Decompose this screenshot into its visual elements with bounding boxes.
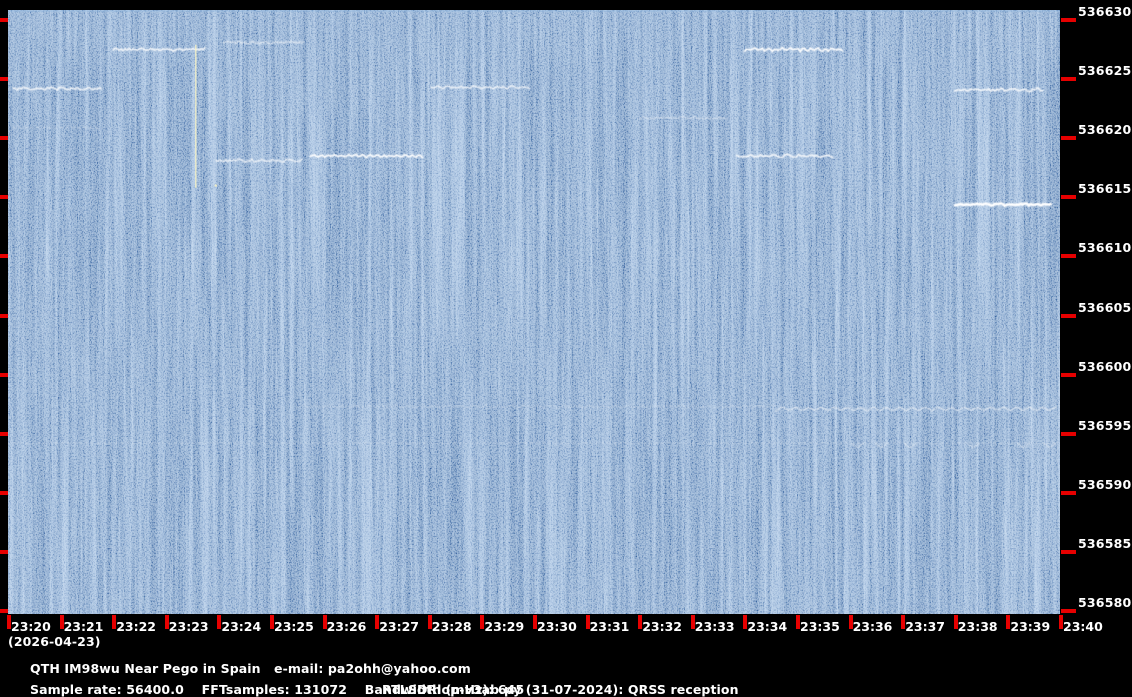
freq-tick-label: 5365850 [1078, 535, 1132, 551]
freq-tick-label: 5366250 [1078, 63, 1132, 79]
time-tick-label: 23:29 [484, 619, 525, 634]
freq-tick [1061, 372, 1076, 377]
freq-tick [1061, 254, 1076, 259]
waterfall-top-edge [8, 10, 1060, 12]
time-tick-label: 23:28 [431, 619, 472, 634]
freq-tick [1061, 431, 1076, 436]
spectrogram-waterfall [8, 10, 1060, 614]
freq-tick [1061, 195, 1076, 200]
freq-tick [0, 490, 8, 495]
freq-tick-label: 5365800 [1078, 595, 1132, 610]
freq-tick [0, 136, 8, 141]
freq-tick-label: 5365900 [1078, 476, 1132, 492]
software-version-line: RTLSDRlop-v3ab.py (31-07-2024): QRSS rec… [382, 682, 739, 697]
freq-tick [1061, 313, 1076, 318]
freq-tick-label: 5366200 [1078, 122, 1132, 138]
freq-tick [1061, 77, 1076, 82]
date-label: (2026-04-23) [8, 634, 101, 649]
time-tick-label: 23:25 [274, 619, 314, 634]
station-qth-line: QTH IM98wu Near Pego in Spain e-mail: pa… [30, 661, 471, 676]
freq-tick [0, 549, 8, 554]
vertical-artifact-line [195, 44, 197, 188]
freq-tick [0, 77, 8, 82]
freq-tick [0, 18, 8, 22]
time-tick-label: 23:20 [11, 619, 51, 634]
freq-tick-label: 5366100 [1078, 240, 1132, 256]
freq-tick [1061, 549, 1076, 554]
time-tick-label: 23:36 [852, 619, 893, 634]
time-tick-label: 23:24 [221, 619, 262, 634]
time-tick-label: 23:37 [905, 619, 945, 634]
freq-tick [0, 609, 8, 613]
freq-tick [1061, 136, 1076, 141]
time-tick-label: 23:32 [642, 619, 682, 634]
freq-tick [1061, 18, 1076, 22]
time-tick-label: 23:23 [168, 619, 209, 634]
freq-tick-label: 5366050 [1078, 299, 1132, 315]
freq-tick-label: 5365950 [1078, 417, 1132, 433]
freq-tick [1061, 609, 1076, 613]
time-tick-label: 23:21 [63, 619, 104, 634]
freq-tick [0, 431, 8, 436]
time-tick-label: 23:26 [326, 619, 367, 634]
waterfall-noise-hairlines [8, 10, 1060, 614]
time-tick-label: 23:38 [957, 619, 998, 634]
time-tick-label: 23:31 [589, 619, 630, 634]
time-tick-label: 23:27 [379, 619, 419, 634]
waterfall-canvas [8, 10, 1060, 614]
freq-tick-label: 5366150 [1078, 181, 1132, 197]
time-tick-label: 23:35 [800, 619, 840, 634]
freq-tick [1061, 490, 1076, 495]
time-tick-label: 23:39 [1010, 619, 1051, 634]
freq-tick [0, 372, 8, 377]
dot-artifact [214, 184, 218, 187]
time-tick-label: 23:40 [1063, 619, 1103, 634]
time-tick-label: 23:34 [747, 619, 788, 634]
time-tick-label: 23:22 [116, 619, 156, 634]
freq-tick-label: 5366000 [1078, 358, 1132, 374]
qrss-grabber-screen: 5366300 5366250 5366200 5366150 5366100 53660… [0, 0, 1132, 697]
time-tick-label: 23:33 [694, 619, 735, 634]
freq-tick-label: 5366300 [1078, 4, 1132, 19]
freq-tick [0, 254, 8, 259]
time-tick-label: 23:30 [537, 619, 577, 634]
freq-tick [0, 313, 8, 318]
freq-tick [0, 195, 8, 200]
